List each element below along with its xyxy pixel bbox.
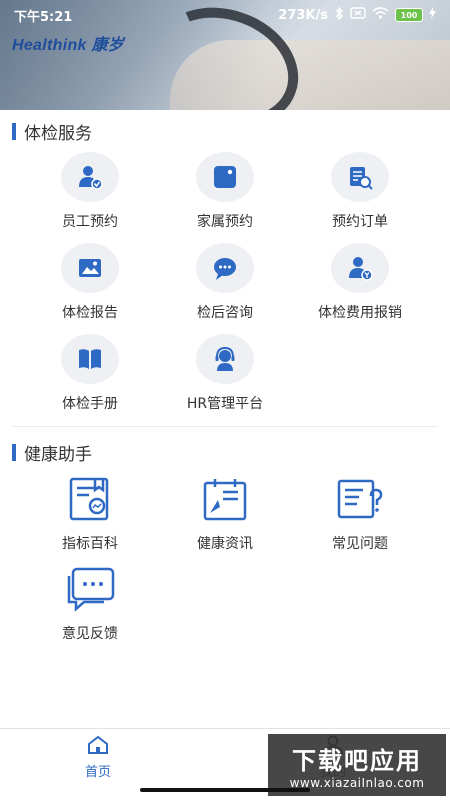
nav-home-label: 首页 (85, 765, 112, 780)
watermark-url: www.xiazaiInlao.com (289, 775, 425, 790)
app-logo: Healthink 康岁 (12, 37, 125, 54)
grid-item-appointment-order[interactable]: 预约订单 (285, 152, 435, 231)
section-divider (12, 426, 438, 427)
nav-home[interactable]: 首页 (85, 735, 111, 780)
section-accent-bar (12, 444, 16, 461)
chat-icon (196, 243, 254, 293)
grid-item-label: 体检费用报销 (318, 305, 402, 321)
news-icon (197, 474, 253, 524)
handbook-icon (61, 334, 119, 384)
grid-item-label: 指标百科 (62, 536, 118, 552)
hr-icon (196, 334, 254, 384)
grid-item-reimbursement[interactable]: 体检费用报销 (285, 243, 435, 322)
grid-item-label: 预约订单 (332, 214, 388, 230)
section-accent-bar (12, 123, 16, 140)
status-bar: 下午5:21 273K/s 100 (0, 0, 450, 30)
battery-icon: 100 (395, 8, 423, 22)
status-time: 下午5:21 (14, 9, 73, 25)
watermark: 下载吧应用 www.xiazaiInlao.com (268, 734, 446, 796)
grid-item-employee-appointment[interactable]: 员工预约 (15, 152, 165, 231)
grid-item-label: 体检手册 (62, 396, 118, 412)
grid-item-family-appointment[interactable]: 家属预约 (150, 152, 300, 231)
charging-icon (429, 7, 436, 23)
grid-item-exam-report[interactable]: 体检报告 (15, 243, 165, 322)
watermark-title: 下载吧应用 (292, 746, 422, 775)
home-indicator (140, 788, 310, 792)
grid-item-label: 健康资讯 (197, 536, 253, 552)
grid-item-feedback[interactable]: 意见反馈 (15, 564, 165, 643)
grid-item-handbook[interactable]: 体检手册 (15, 334, 165, 413)
grid-item-label: 员工预约 (62, 214, 118, 230)
sim-icon (350, 7, 366, 23)
status-right: 273K/s 100 (278, 5, 436, 24)
reimbursement-icon (331, 243, 389, 293)
section-title-health-assistant: 健康助手 (12, 440, 92, 465)
grid-item-faq[interactable]: 常见问题 (285, 474, 435, 553)
wifi-icon (372, 7, 389, 23)
grid-item-label: 常见问题 (332, 536, 388, 552)
faq-icon (332, 474, 388, 524)
grid-item-consultation[interactable]: 检后咨询 (150, 243, 300, 322)
grid-item-label: HR管理平台 (186, 396, 264, 412)
encyclopedia-icon (62, 474, 118, 524)
grid-item-health-news[interactable]: 健康资讯 (150, 474, 300, 553)
grid-item-label: 检后咨询 (197, 305, 253, 321)
section-title-exam-services: 体检服务 (12, 119, 92, 144)
grid-item-indicator-encyclopedia[interactable]: 指标百科 (15, 474, 165, 553)
section-title-text: 体检服务 (24, 124, 92, 144)
report-icon (61, 243, 119, 293)
network-speed: 273K/s (278, 7, 328, 23)
section-title-text: 健康助手 (24, 445, 92, 465)
home-icon (88, 735, 108, 754)
grid-item-label: 体检报告 (62, 305, 118, 321)
grid-item-label: 家属预约 (197, 214, 253, 230)
employee-appointment-icon (61, 152, 119, 202)
grid-item-hr-platform[interactable]: HR管理平台 (150, 334, 300, 413)
grid-item-label: 意见反馈 (62, 626, 118, 642)
family-appointment-icon (196, 152, 254, 202)
feedback-icon (62, 564, 118, 614)
bluetooth-icon (334, 5, 344, 24)
order-icon (331, 152, 389, 202)
